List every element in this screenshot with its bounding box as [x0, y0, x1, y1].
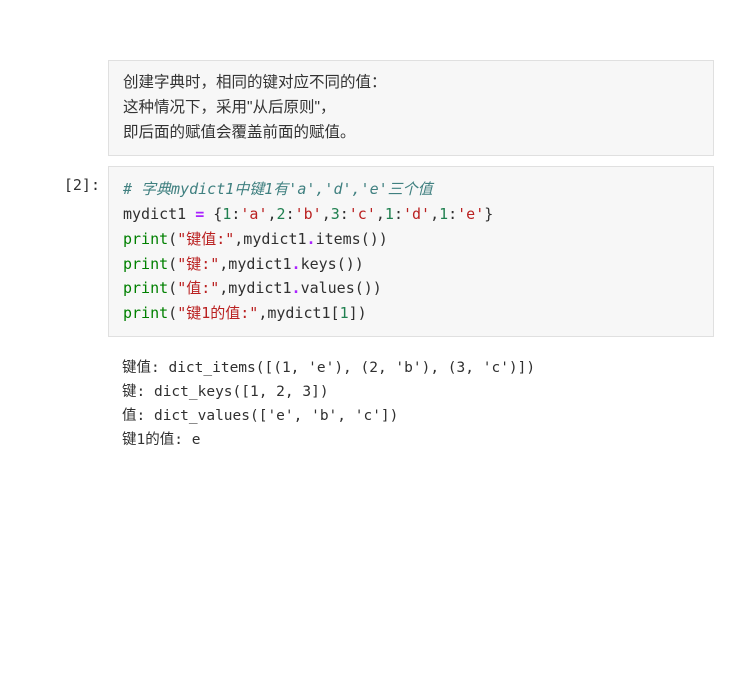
output-line: 值: dict_values(['e', 'b', 'c']): [122, 408, 398, 424]
code-punct: {: [204, 205, 222, 223]
code-method: items: [316, 230, 361, 248]
code-comment: # 字典mydict1中键1有'a','d','e'三个值: [123, 180, 433, 198]
code-num: 1: [385, 205, 394, 223]
code-str: "值:": [177, 279, 219, 297]
code-print: print: [123, 255, 168, 273]
code-prompt: [2]:: [40, 166, 108, 337]
code-dot: .: [292, 279, 301, 297]
code-str: "键:": [177, 255, 219, 273]
output-line: 键: dict_keys([1, 2, 3]): [122, 384, 329, 400]
code-str: 'd': [403, 205, 430, 223]
code-method: keys: [301, 255, 337, 273]
code-punct: (: [168, 230, 177, 248]
markdown-line: 创建字典时，相同的键对应不同的值：: [123, 71, 699, 96]
code-punct: (: [168, 304, 177, 322]
markdown-cell[interactable]: 创建字典时，相同的键对应不同的值： 这种情况下，采用"从后原则"， 即后面的赋值…: [108, 60, 714, 156]
code-punct: ,: [268, 205, 277, 223]
code-punct: ,: [322, 205, 331, 223]
markdown-line: 这种情况下，采用"从后原则"，: [123, 96, 699, 121]
code-str: 'e': [457, 205, 484, 223]
code-punct: (: [168, 279, 177, 297]
code-cell-row: [2]: # 字典mydict1中键1有'a','d','e'三个值 mydic…: [40, 166, 714, 337]
output-cell: 键值: dict_items([(1, 'e'), (2, 'b'), (3, …: [108, 347, 714, 453]
output-line: 键1的值: e: [122, 432, 200, 448]
code-str: "键1的值:": [177, 304, 258, 322]
markdown-cell-row: 创建字典时，相同的键对应不同的值： 这种情况下，采用"从后原则"， 即后面的赋值…: [40, 60, 714, 156]
markdown-prompt: [40, 60, 108, 156]
code-punct: ()): [355, 279, 382, 297]
code-num: 1: [439, 205, 448, 223]
code-text: ,mydict1: [234, 230, 306, 248]
output-cell-row: 键值: dict_items([(1, 'e'), (2, 'b'), (3, …: [40, 347, 714, 453]
code-punct: :: [394, 205, 403, 223]
code-punct: (: [168, 255, 177, 273]
code-str: "键值:": [177, 230, 234, 248]
code-punct: ]): [349, 304, 367, 322]
code-num: 3: [331, 205, 340, 223]
code-str: 'a': [240, 205, 267, 223]
output-line: 键值: dict_items([(1, 'e'), (2, 'b'), (3, …: [122, 360, 535, 376]
code-punct: ()): [361, 230, 388, 248]
code-method: values: [301, 279, 355, 297]
code-punct: }: [484, 205, 493, 223]
code-print: print: [123, 304, 168, 322]
markdown-line: 即后面的赋值会覆盖前面的赋值。: [123, 121, 699, 146]
code-punct: ()): [337, 255, 364, 273]
code-num: 1: [340, 304, 349, 322]
code-dot: .: [292, 255, 301, 273]
code-punct: :: [340, 205, 349, 223]
code-var: mydict1: [123, 205, 195, 223]
code-dot: .: [307, 230, 316, 248]
code-cell[interactable]: # 字典mydict1中键1有'a','d','e'三个值 mydict1 = …: [108, 166, 714, 337]
code-punct: :: [286, 205, 295, 223]
code-text: ,mydict1[: [258, 304, 339, 322]
code-punct: :: [448, 205, 457, 223]
code-str: 'c': [349, 205, 376, 223]
code-text: ,mydict1: [219, 279, 291, 297]
code-op: =: [195, 205, 204, 223]
code-print: print: [123, 230, 168, 248]
output-prompt: [40, 347, 108, 453]
code-text: ,mydict1: [219, 255, 291, 273]
code-punct: ,: [376, 205, 385, 223]
code-num: 2: [277, 205, 286, 223]
code-print: print: [123, 279, 168, 297]
code-punct: ,: [430, 205, 439, 223]
code-str: 'b': [295, 205, 322, 223]
